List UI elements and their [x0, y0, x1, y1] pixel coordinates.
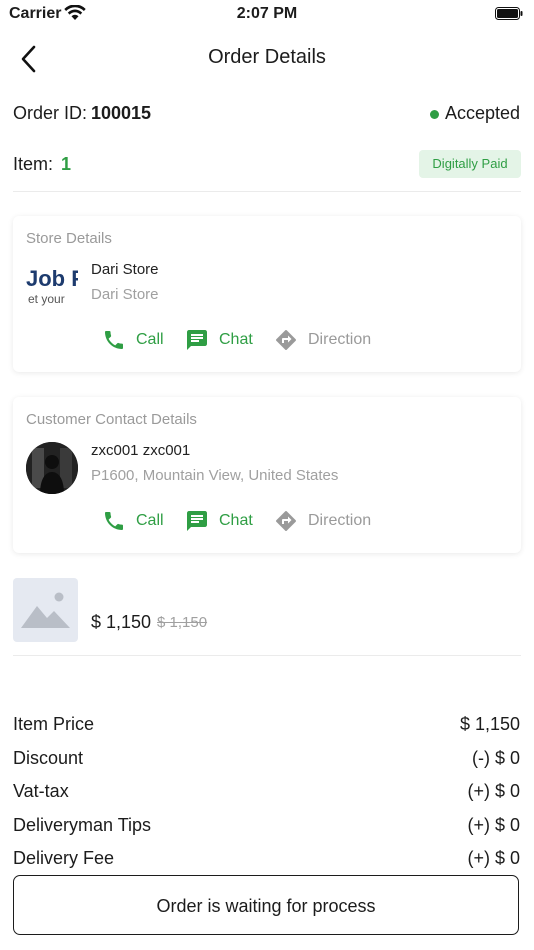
customer-avatar: [26, 442, 78, 494]
discount-value: (-) $ 0: [471, 748, 520, 768]
divider: [13, 655, 521, 656]
deliveryman-tips-value: (+) $ 0: [467, 815, 520, 835]
delivery-fee-value: (+) $ 0: [467, 848, 520, 868]
payment-status-badge: Digitally Paid: [419, 150, 521, 178]
battery-icon: [495, 7, 523, 20]
customer-address: P1600, Mountain View, United States: [91, 467, 339, 484]
status-dot: [430, 110, 439, 119]
item-price-value: $ 1,150: [459, 714, 520, 734]
divider: [13, 191, 521, 192]
store-direction-button[interactable]: Direction: [274, 328, 371, 352]
store-address: Dari Store: [91, 286, 159, 303]
call-label: Call: [136, 512, 164, 529]
order-process-button[interactable]: Order is waiting for process: [13, 875, 519, 935]
clock: 2:07 PM: [236, 5, 298, 22]
vat-tax-value: (+) $ 0: [467, 781, 520, 801]
direction-icon: [276, 511, 296, 531]
store-chat-button[interactable]: Chat: [185, 328, 253, 352]
phone-icon: [105, 512, 123, 530]
store-call-button[interactable]: Call: [102, 328, 164, 352]
store-logo-subtext: et your: [28, 292, 65, 306]
direction-icon: [276, 330, 296, 350]
direction-label: Direction: [308, 331, 372, 348]
customer-chat-button[interactable]: Chat: [185, 509, 253, 533]
store-name: Dari Store: [91, 261, 159, 278]
order-id-value: 100015: [91, 103, 152, 123]
customer-details-title: Customer Contact Details: [26, 411, 197, 428]
delivery-fee-label: Delivery Fee: [13, 848, 115, 868]
image-placeholder-icon: [21, 592, 70, 628]
vat-tax-label: Vat-tax: [13, 781, 69, 801]
deliveryman-tips-label: Deliveryman Tips: [13, 815, 152, 835]
customer-call-button[interactable]: Call: [102, 509, 164, 533]
chat-icon: [187, 330, 207, 350]
status-bar: Carrier 2:07 PM: [0, 0, 534, 30]
store-logo: Job F et your: [26, 262, 78, 310]
item-count: 1: [61, 154, 72, 174]
page-title: Order Details: [208, 46, 326, 68]
direction-label: Direction: [308, 512, 372, 529]
product-original-price: $ 1,150: [157, 614, 208, 631]
chat-icon: [187, 511, 207, 531]
order-status: Accepted: [445, 103, 521, 123]
customer-direction-button[interactable]: Direction: [274, 509, 371, 533]
chat-label: Chat: [219, 331, 253, 348]
discount-label: Discount: [13, 748, 84, 768]
avatar-image: [26, 442, 78, 494]
phone-icon: [105, 331, 123, 349]
order-id-label: Order ID:: [13, 103, 88, 123]
call-label: Call: [136, 331, 164, 348]
product-price: $ 1,150: [91, 612, 152, 632]
item-label: Item:: [13, 154, 54, 174]
store-logo-text: Job F: [26, 266, 78, 291]
customer-name: zxc001 zxc001: [91, 442, 191, 459]
product-image: [13, 578, 78, 642]
chat-label: Chat: [219, 512, 253, 529]
store-details-title: Store Details: [26, 230, 112, 247]
item-price-label: Item Price: [13, 714, 95, 734]
